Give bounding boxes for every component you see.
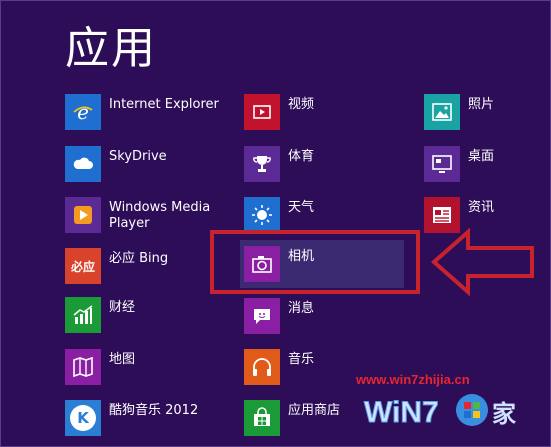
app-kugou-music[interactable]: K 酷狗音乐 2012 [65,400,198,438]
app-sports[interactable]: 体育 [244,146,314,184]
app-label: 必应 Bing [109,251,169,266]
watermark-logo: WiN7 家 [364,394,516,430]
app-label: 体育 [288,149,315,164]
app-label: 天气 [288,200,315,215]
app-label: 酷狗音乐 2012 [109,403,199,418]
video-icon [244,94,280,130]
media-player-icon [65,197,101,233]
headphones-icon [244,349,280,385]
app-label: 消息 [288,301,315,316]
page-title: 应用 [65,23,157,74]
app-skydrive[interactable]: SkyDrive [65,146,167,184]
app-label: SkyDrive [109,149,167,164]
internet-explorer-icon: e [65,94,101,130]
app-internet-explorer[interactable]: e Internet Explorer [65,94,219,132]
svg-text:WiN7: WiN7 [364,396,439,429]
app-photos[interactable]: 照片 [424,94,494,132]
app-label: Internet Explorer [109,97,219,112]
svg-text:家: 家 [492,400,516,428]
photo-icon [424,94,460,130]
bing-icon: 必应 [65,248,101,284]
desktop-icon [424,146,460,182]
map-icon [65,349,101,385]
app-label: 应用商店 [288,403,341,418]
app-label: 地图 [109,352,136,367]
app-windows-media-player[interactable]: Windows Media Player [65,197,210,241]
app-label: Windows Media Player [109,200,211,231]
sun-icon [244,197,280,233]
watermark-url: www.win7zhijia.cn [356,372,470,387]
app-bing[interactable]: 必应 必应 Bing [65,248,168,286]
app-music[interactable]: 音乐 [244,349,314,387]
highlight-box [210,230,420,294]
kugou-music-icon: K [65,400,101,436]
pointer-arrow-icon [430,228,534,296]
app-label: 桌面 [468,149,495,164]
app-desktop[interactable]: 桌面 [424,146,494,184]
app-finance[interactable]: 财经 [65,297,135,335]
kugou-tile-text: K [70,405,96,431]
svg-text:e: e [77,100,89,124]
app-label: 资讯 [468,200,495,215]
finance-chart-icon [65,297,101,333]
bing-tile-text: 必应 [70,259,95,274]
app-maps[interactable]: 地图 [65,349,135,387]
cloud-icon [65,146,101,182]
app-label: 视频 [288,97,315,112]
app-messaging[interactable]: 消息 [244,298,314,336]
trophy-icon [244,146,280,182]
message-icon [244,298,280,334]
store-icon [244,400,280,436]
app-label: 音乐 [288,352,315,367]
app-store[interactable]: 应用商店 [244,400,340,438]
app-label: 照片 [468,97,495,112]
app-video[interactable]: 视频 [244,94,314,132]
app-label: 财经 [109,300,136,315]
